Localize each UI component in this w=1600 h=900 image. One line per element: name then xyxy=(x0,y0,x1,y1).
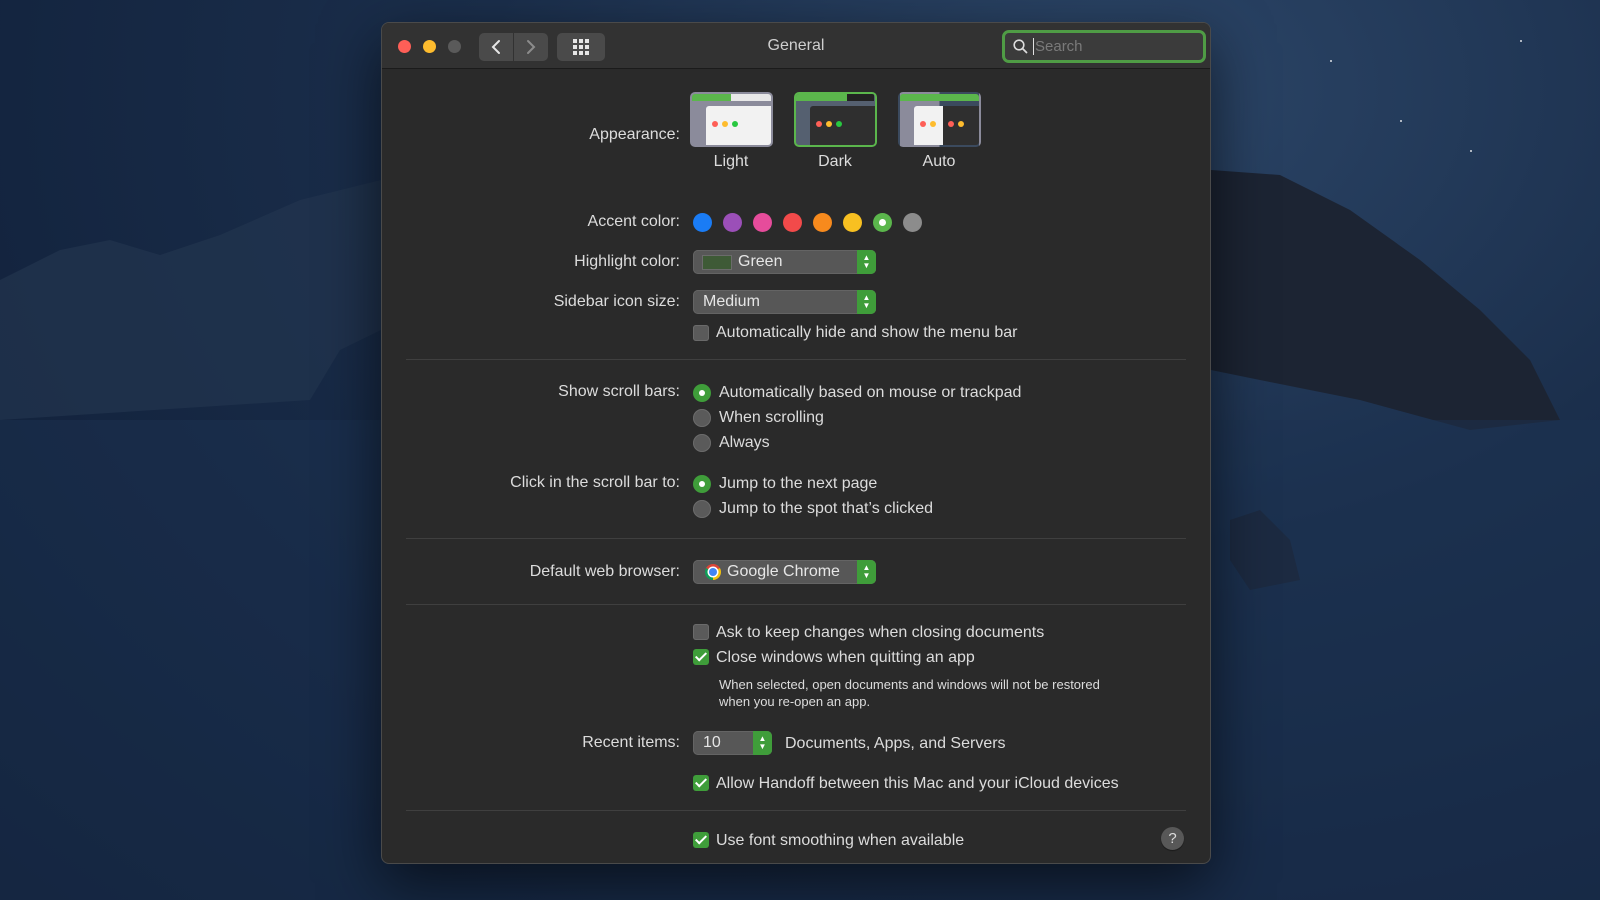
jump-to-spot-radio[interactable] xyxy=(693,500,711,518)
recent-items-label: Recent items: xyxy=(582,734,680,751)
default-browser-label: Default web browser: xyxy=(529,563,680,580)
font-smoothing-checkbox[interactable] xyxy=(693,832,709,848)
accent-yellow[interactable] xyxy=(843,213,862,232)
appearance-dark[interactable]: Dark xyxy=(792,92,878,171)
appearance-light[interactable]: Light xyxy=(688,92,774,171)
appearance-auto[interactable]: Auto xyxy=(896,92,982,171)
appearance-light-thumbnail xyxy=(689,92,773,147)
jump-to-spot-label: Jump to the spot that’s clicked xyxy=(719,500,934,517)
sidebar-icon-size-label: Sidebar icon size: xyxy=(553,293,680,310)
separator xyxy=(406,359,1186,360)
close-windows-note-line2: when you re-open an app. xyxy=(719,694,871,709)
appearance-auto-label: Auto xyxy=(922,153,956,170)
accent-color-label: Accent color: xyxy=(587,213,680,230)
updown-arrows-icon: ▲ ▼ xyxy=(857,290,876,314)
accent-purple[interactable] xyxy=(723,213,742,232)
scroll-bars-always-label: Always xyxy=(719,434,770,451)
accent-graphite[interactable] xyxy=(903,213,922,232)
scroll-bars-when-scrolling-radio[interactable] xyxy=(693,409,711,427)
default-browser-popup[interactable]: Google Chrome ▲ ▼ xyxy=(693,560,876,584)
separator xyxy=(406,604,1186,605)
menu-bar-label: Automatically hide and show the menu bar xyxy=(716,324,1018,341)
sidebar-icon-size-value: Medium xyxy=(703,293,760,310)
accent-color-picker xyxy=(693,213,922,232)
search-input[interactable] xyxy=(1033,38,1193,55)
scroll-bars-when-scrolling-label: When scrolling xyxy=(719,409,824,426)
search-icon xyxy=(1013,39,1028,54)
highlight-color-popup[interactable]: Green ▲ ▼ xyxy=(693,250,876,274)
recent-items-value: 10 xyxy=(703,734,721,751)
scroll-bars-auto-radio[interactable] xyxy=(693,384,711,402)
appearance-auto-thumbnail xyxy=(897,92,981,147)
separator xyxy=(406,810,1186,811)
accent-pink[interactable] xyxy=(753,213,772,232)
highlight-color-value: Green xyxy=(738,253,783,270)
show-scroll-bars-label: Show scroll bars: xyxy=(558,383,680,400)
separator xyxy=(406,538,1186,539)
highlight-color-label: Highlight color: xyxy=(574,253,680,270)
scroll-bars-auto-label: Automatically based on mouse or trackpad xyxy=(719,384,1022,401)
scroll-bars-always-radio[interactable] xyxy=(693,434,711,452)
highlight-swatch xyxy=(702,254,732,270)
preferences-window: General Appearance: Light xyxy=(381,22,1211,864)
ask-keep-changes-checkbox[interactable] xyxy=(693,624,709,640)
handoff-label: Allow Handoff between this Mac and your … xyxy=(716,775,1119,792)
jump-next-page-label: Jump to the next page xyxy=(719,475,878,492)
close-windows-note: When selected, open documents and window… xyxy=(719,676,1100,710)
accent-blue[interactable] xyxy=(693,213,712,232)
ask-keep-changes-label: Ask to keep changes when closing documen… xyxy=(716,624,1045,641)
appearance-light-label: Light xyxy=(713,153,749,170)
menu-bar-checkbox[interactable] xyxy=(693,325,709,341)
default-browser-value: Google Chrome xyxy=(727,563,840,580)
general-pane: Appearance: Light Dark Auto Accent color… xyxy=(382,70,1210,863)
accent-green[interactable] xyxy=(873,213,892,232)
title-bar: General xyxy=(382,23,1210,69)
accent-red[interactable] xyxy=(783,213,802,232)
chrome-icon xyxy=(705,564,721,580)
jump-next-page-radio[interactable] xyxy=(693,475,711,493)
help-button[interactable]: ? xyxy=(1161,827,1184,850)
recent-items-popup[interactable]: 10 ▲ ▼ xyxy=(693,731,772,755)
appearance-dark-label: Dark xyxy=(818,153,852,170)
updown-arrows-icon: ▲ ▼ xyxy=(857,560,876,584)
appearance-dark-thumbnail xyxy=(793,92,877,147)
appearance-label: Appearance: xyxy=(589,126,680,143)
sidebar-icon-size-popup[interactable]: Medium ▲ ▼ xyxy=(693,290,876,314)
close-windows-label: Close windows when quitting an app xyxy=(716,649,975,666)
handoff-checkbox[interactable] xyxy=(693,775,709,791)
close-windows-checkbox[interactable] xyxy=(693,649,709,665)
recent-items-suffix: Documents, Apps, and Servers xyxy=(785,735,1006,752)
search-field[interactable] xyxy=(1002,30,1206,63)
updown-arrows-icon: ▲ ▼ xyxy=(753,731,772,755)
updown-arrows-icon: ▲ ▼ xyxy=(857,250,876,274)
font-smoothing-label: Use font smoothing when available xyxy=(716,832,965,849)
close-windows-note-line1: When selected, open documents and window… xyxy=(719,677,1100,692)
accent-orange[interactable] xyxy=(813,213,832,232)
click-scroll-bar-label: Click in the scroll bar to: xyxy=(510,474,680,491)
